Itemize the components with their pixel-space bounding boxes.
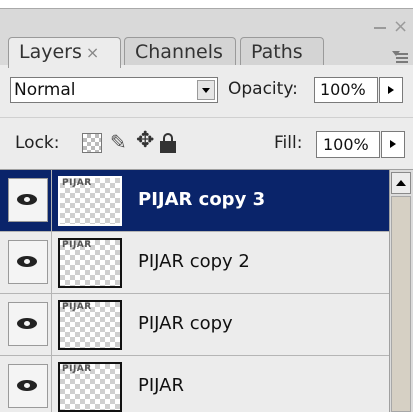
visibility-toggle[interactable] xyxy=(8,240,48,284)
tab-close-icon[interactable]: × xyxy=(86,43,99,62)
opacity-input[interactable]: 100% xyxy=(314,77,378,103)
blend-options-bar: Normal Opacity: 100% xyxy=(0,65,413,117)
layer-thumbnail[interactable]: PIJAR xyxy=(58,362,122,412)
layer-name[interactable]: PIJAR copy xyxy=(138,313,233,334)
visibility-toggle[interactable] xyxy=(8,178,48,222)
layers-panel: × Layers × Channels Paths Normal Opacity:… xyxy=(0,0,413,412)
tab-channels-label: Channels xyxy=(135,41,223,63)
eye-icon xyxy=(17,256,37,267)
layer-thumbnail[interactable]: PIJAR xyxy=(58,300,122,350)
scroll-up-icon[interactable] xyxy=(391,172,411,194)
lock-position-icon[interactable]: ✥ xyxy=(136,130,156,152)
blend-mode-value: Normal xyxy=(14,80,76,100)
layer-row[interactable]: PIJAR PIJAR copy 2 xyxy=(0,232,389,294)
layer-name[interactable]: PIJAR xyxy=(138,375,184,396)
tab-layers-label: Layers xyxy=(19,41,82,63)
tab-paths-label: Paths xyxy=(251,41,303,63)
minimize-icon[interactable] xyxy=(374,27,386,29)
fill-input[interactable]: 100% xyxy=(316,131,380,158)
panel-menu-icon[interactable] xyxy=(392,49,410,63)
layer-thumbnail[interactable]: PIJAR xyxy=(58,176,122,226)
fill-slider-arrow-icon[interactable] xyxy=(381,131,405,158)
layer-thumbnail[interactable]: PIJAR xyxy=(58,238,122,288)
layers-scrollbar[interactable] xyxy=(389,170,413,412)
layer-name[interactable]: PIJAR copy 2 xyxy=(138,251,250,272)
lock-bar: Lock: ✎ ✥ Fill: 100% xyxy=(0,117,413,170)
eye-icon xyxy=(17,318,37,329)
chevron-down-icon[interactable] xyxy=(197,80,215,100)
lock-all-icon[interactable] xyxy=(160,133,176,153)
close-icon[interactable]: × xyxy=(393,18,408,36)
eye-icon xyxy=(17,380,37,391)
layer-row[interactable]: PIJAR PIJAR xyxy=(0,356,389,412)
layer-name[interactable]: PIJAR copy 3 xyxy=(138,189,265,210)
layer-row[interactable]: PIJAR PIJAR copy xyxy=(0,294,389,356)
tab-channels[interactable]: Channels xyxy=(124,37,236,67)
panel-tab-bar: × Layers × Channels Paths xyxy=(0,8,413,68)
tab-paths[interactable]: Paths xyxy=(240,37,324,67)
layers-list: PIJAR PIJAR copy 3 PIJAR PIJAR copy 2 PI… xyxy=(0,170,389,412)
visibility-toggle[interactable] xyxy=(8,364,48,408)
lock-image-pixels-icon[interactable]: ✎ xyxy=(110,131,130,153)
eye-icon xyxy=(17,194,37,205)
lock-label: Lock: xyxy=(15,133,60,153)
opacity-slider-arrow-icon[interactable] xyxy=(379,77,403,103)
tab-layers[interactable]: Layers × xyxy=(8,37,121,68)
fill-label: Fill: xyxy=(274,133,303,153)
blend-mode-select[interactable]: Normal xyxy=(10,77,218,103)
panel-top-strip xyxy=(0,0,413,8)
lock-transparent-pixels-icon[interactable] xyxy=(82,133,102,153)
visibility-toggle[interactable] xyxy=(8,302,48,346)
scroll-thumb[interactable] xyxy=(391,196,411,412)
opacity-label: Opacity: xyxy=(228,79,298,99)
layer-row[interactable]: PIJAR PIJAR copy 3 xyxy=(0,170,389,232)
